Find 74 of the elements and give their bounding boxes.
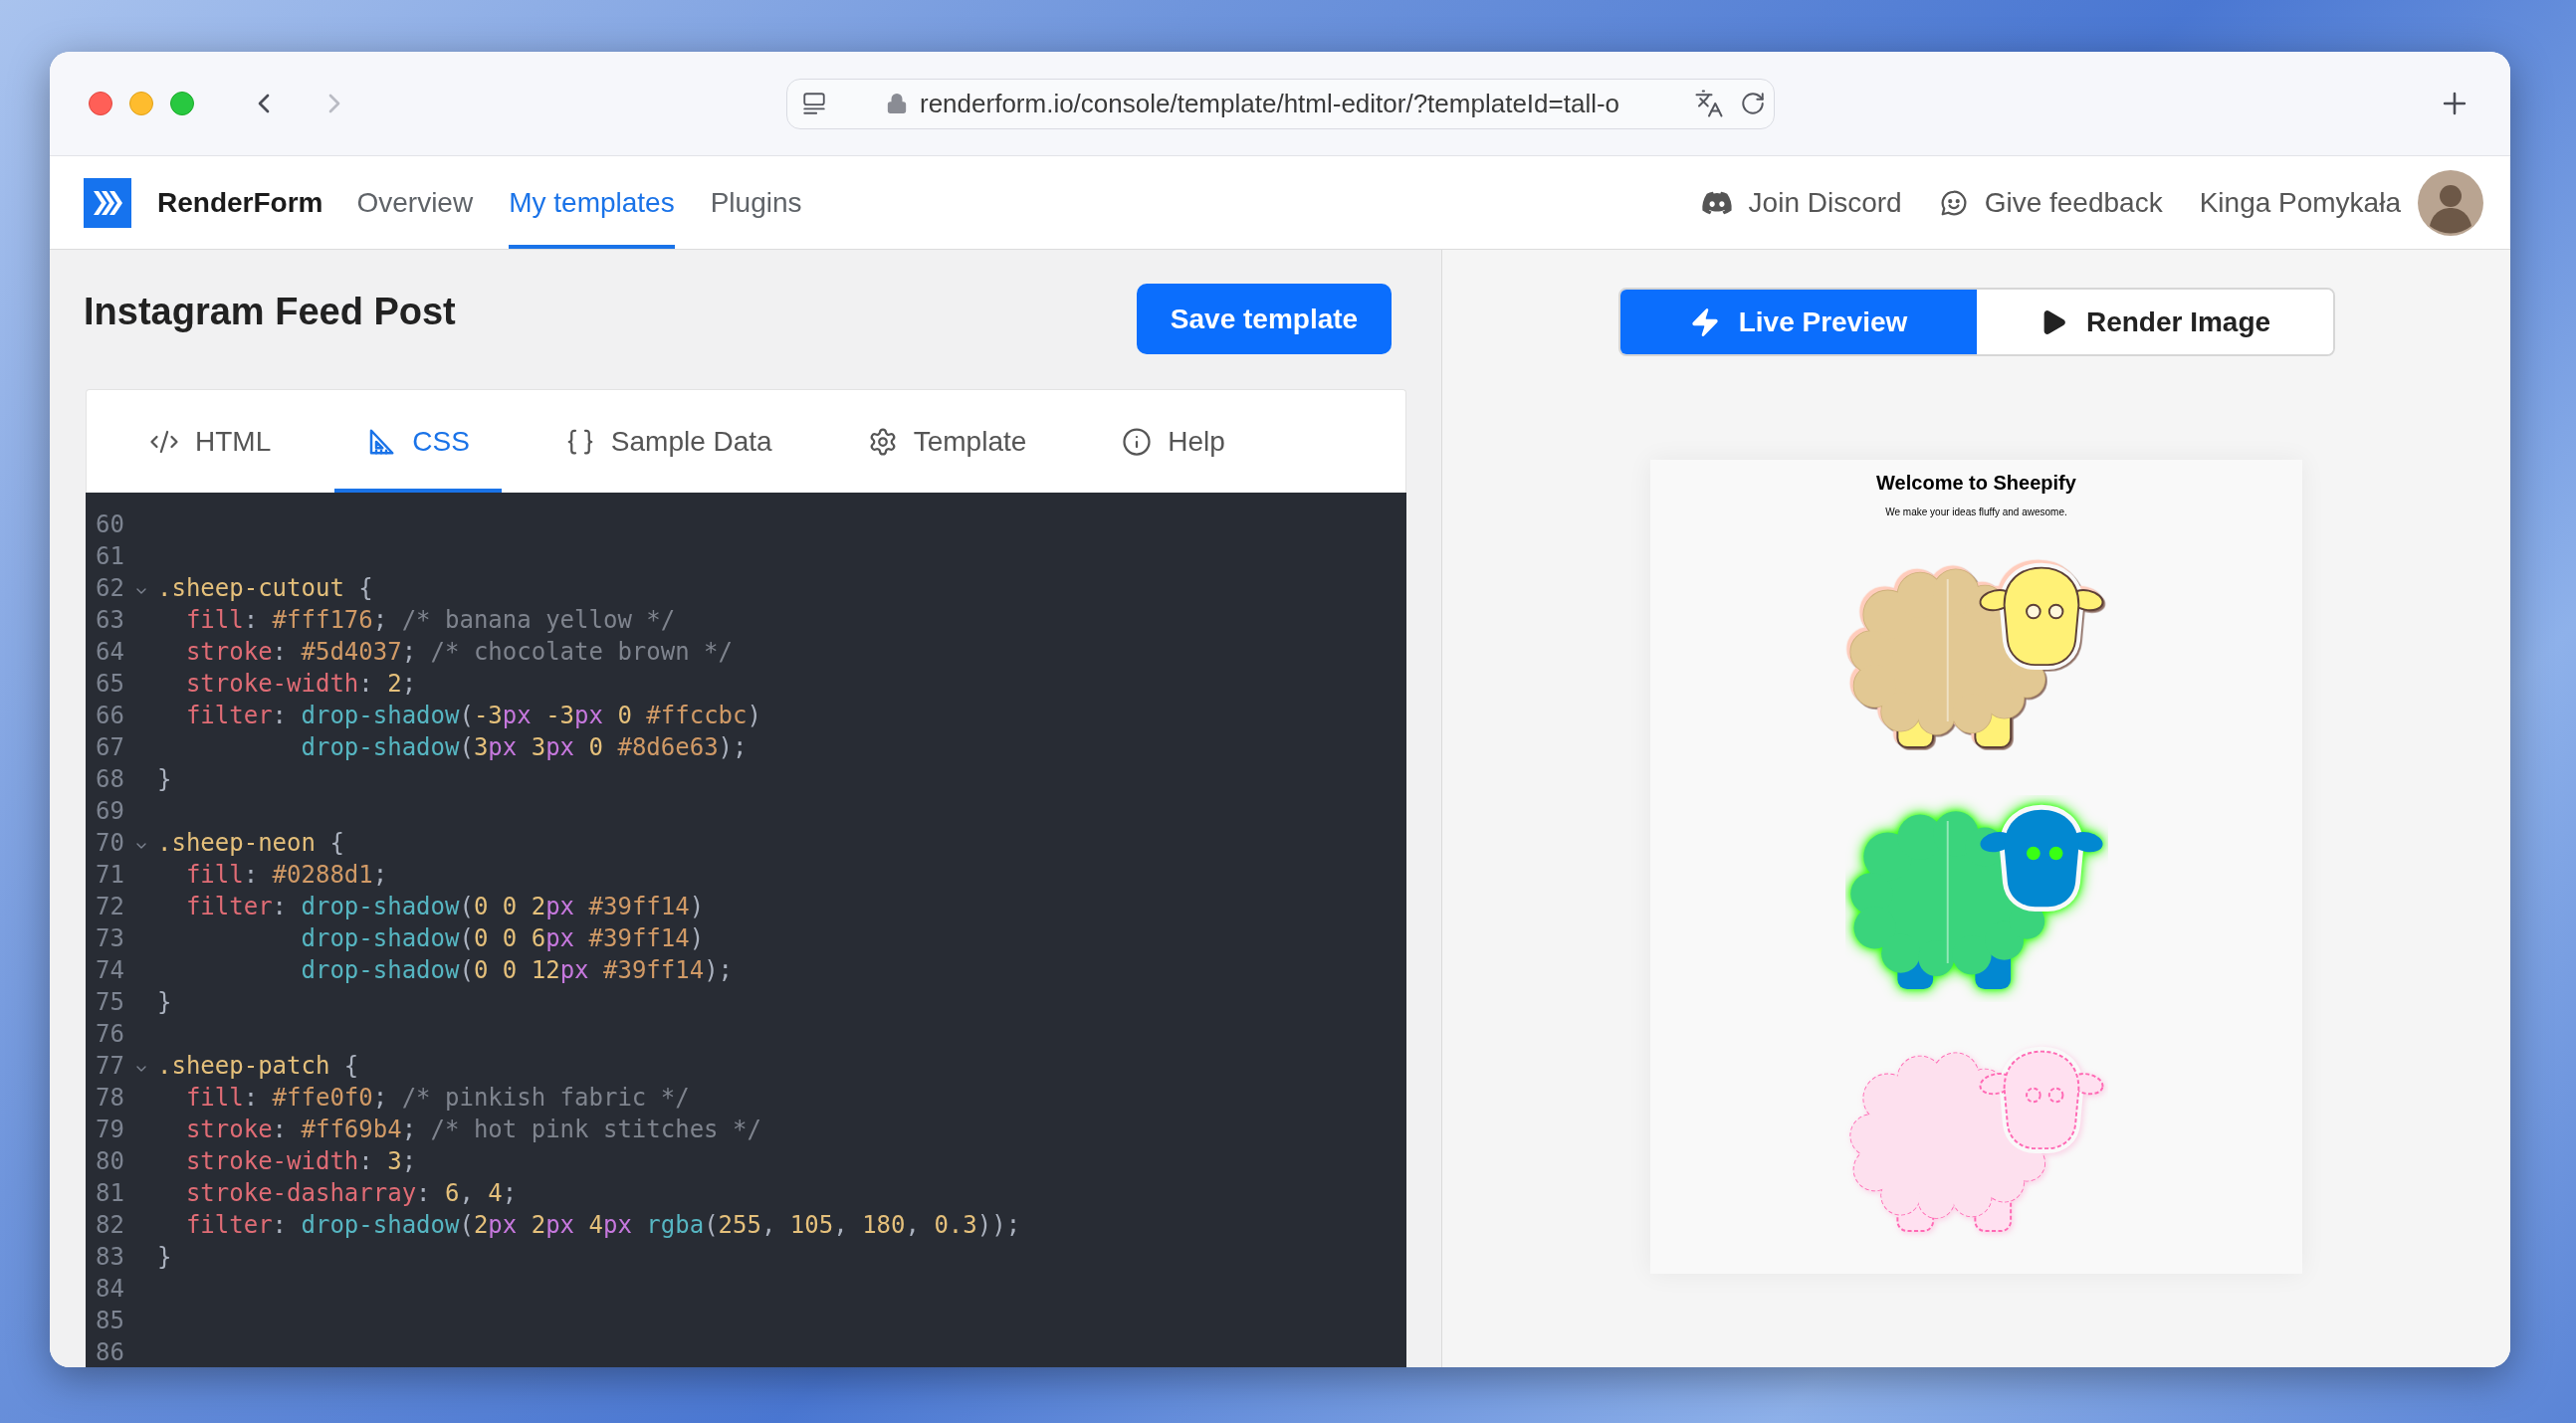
code-line: stroke-width: 2; — [184, 669, 417, 700]
reload-icon[interactable] — [1740, 91, 1766, 116]
code-line: stroke-dasharray: 6, 4; — [184, 1178, 518, 1209]
discord-link[interactable]: Join Discord — [1700, 181, 1902, 224]
line-number: 86 — [96, 1338, 124, 1366]
line-number: 65 — [96, 670, 124, 698]
canvas-subtitle: We make your ideas fluffy and awesome. — [1885, 507, 2067, 518]
brand-name[interactable]: RenderForm — [157, 181, 323, 224]
live-preview-button[interactable]: Live Preview — [1619, 290, 1977, 354]
info-icon — [1122, 426, 1153, 457]
line-number: 60 — [96, 510, 124, 538]
line-number: 76 — [96, 1020, 124, 1048]
code-line: fill: #fff176; /* banana yellow */ — [184, 605, 676, 636]
editor-tab[interactable]: HTML — [117, 390, 304, 493]
feedback-link[interactable]: Give feedback — [1938, 181, 2163, 224]
line-number: 62 — [96, 574, 124, 602]
code-line: drop-shadow(0 0 6px #39ff14) — [300, 923, 705, 954]
nav-link[interactable]: Overview — [356, 156, 474, 249]
code-line: drop-shadow(0 0 12px #39ff14); — [300, 955, 734, 986]
code-line: stroke: #5d4037; /* chocolate brown */ — [184, 637, 733, 668]
url-text: renderform.io/console/template/html-editor/?templateId=tall-o — [920, 87, 1620, 120]
code-line: filter: drop-shadow(2px 2px 4px rgba(255, 105, 180, 0.3)); — [184, 1210, 1021, 1241]
line-number: 66 — [96, 702, 124, 729]
line-number: 79 — [96, 1116, 124, 1143]
code-line: .sheep-neon { — [157, 828, 344, 859]
line-number: 82 — [96, 1211, 124, 1239]
close-window-button[interactable] — [89, 92, 112, 115]
code-line: .sheep-patch { — [157, 1051, 359, 1082]
line-number: 74 — [96, 956, 124, 984]
editor-tab[interactable]: Help — [1090, 390, 1257, 493]
line-number: 70 — [96, 829, 124, 857]
line-number: 75 — [96, 988, 124, 1016]
nav-link[interactable]: Plugins — [710, 156, 802, 249]
code-line: drop-shadow(3px 3px 0 #8d6e63); — [300, 732, 748, 763]
canvas-title: Welcome to Sheepify — [1876, 471, 2076, 495]
editor-tab[interactable]: Template — [835, 390, 1059, 493]
code-line: fill: #0288d1; — [184, 860, 388, 891]
line-number: 69 — [96, 797, 124, 825]
code-line: filter: drop-shadow(0 0 2px #39ff14) — [184, 892, 705, 922]
user-avatar[interactable] — [2418, 169, 2483, 236]
code-editor[interactable] — [86, 493, 1406, 1367]
line-number: 84 — [96, 1275, 124, 1303]
line-number: 85 — [96, 1307, 124, 1334]
maximize-window-button[interactable] — [170, 92, 194, 115]
code-line: filter: drop-shadow(-3px -3px 0 #ffccbc) — [184, 701, 761, 731]
line-number: 73 — [96, 924, 124, 952]
line-number: 78 — [96, 1084, 124, 1112]
translate-icon[interactable] — [1694, 89, 1724, 118]
line-number: 63 — [96, 606, 124, 634]
line-number: 77 — [96, 1052, 124, 1080]
code-line: stroke: #ff69b4; /* hot pink stitches */ — [184, 1115, 761, 1145]
code-line: } — [157, 764, 172, 795]
page-lines-icon[interactable] — [801, 91, 827, 116]
logo-icon[interactable] — [84, 177, 131, 228]
template-title: Instagram Feed Post — [84, 290, 456, 334]
line-number: 61 — [96, 542, 124, 570]
line-number: 68 — [96, 765, 124, 793]
code-line: .sheep-cutout { — [157, 573, 373, 604]
code-line: } — [157, 1242, 172, 1273]
code-line: } — [157, 987, 172, 1018]
code-line: stroke-width: 3; — [184, 1146, 417, 1177]
lock-icon — [886, 93, 908, 114]
editor-tab[interactable]: Sample Data — [533, 390, 804, 493]
line-number: 71 — [96, 861, 124, 889]
line-number: 64 — [96, 638, 124, 666]
code-line: fill: #ffe0f0; /* pinkish fabric */ — [184, 1083, 690, 1114]
line-number: 81 — [96, 1179, 124, 1207]
address-bar[interactable]: renderform.io/console/template/html-editor/?templateId=tall-o — [786, 78, 1775, 129]
line-number: 72 — [96, 893, 124, 920]
user-name[interactable]: Kinga Pomykała — [2199, 181, 2401, 224]
line-number: 80 — [96, 1147, 124, 1175]
line-number: 83 — [96, 1243, 124, 1271]
line-number: 67 — [96, 733, 124, 761]
save-template-button[interactable]: Save template — [1137, 284, 1392, 354]
